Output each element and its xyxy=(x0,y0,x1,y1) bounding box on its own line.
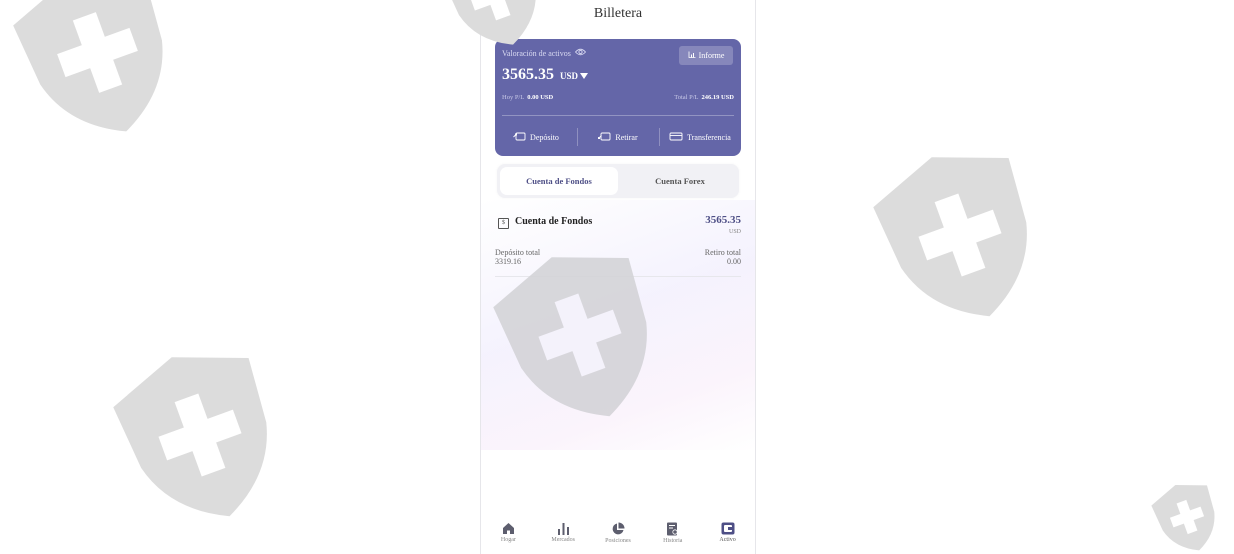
wallet-card: Valoración de activos Informe 3565.35 US… xyxy=(495,39,741,156)
transfer-button[interactable]: Transferencia xyxy=(659,125,741,149)
dollar-box-icon: $ xyxy=(498,218,509,229)
total-pl: Total P/L 246.19 USD xyxy=(674,94,734,101)
tab-cuenta-de-fondos[interactable]: Cuenta de Fondos xyxy=(500,167,618,195)
report-label: Informe xyxy=(698,51,725,60)
transfer-label: Transferencia xyxy=(687,132,731,142)
deposit-icon xyxy=(513,132,526,143)
card-actions: Depósito Retirar Transferencia xyxy=(495,125,741,149)
nav-item-posiciones[interactable]: Posiciones xyxy=(591,522,646,554)
background-glow xyxy=(481,200,755,450)
account-unit: USD xyxy=(728,229,741,235)
eye-icon[interactable] xyxy=(574,48,586,58)
page-title: Billetera xyxy=(593,6,643,21)
currency-label: USD xyxy=(560,71,579,81)
bar-chart-icon xyxy=(557,523,569,535)
caret-down-icon xyxy=(580,73,589,79)
tab-cuenta-forex[interactable]: Cuenta Forex xyxy=(621,164,739,198)
nav-label-historia: Historia xyxy=(663,538,683,544)
withdraw-icon xyxy=(598,132,611,143)
balance-amount: 3565.35 xyxy=(502,66,554,83)
today-pl-label: Hoy P/L xyxy=(502,94,525,101)
withdraw-button[interactable]: Retirar xyxy=(577,125,659,149)
nav-item-mercados[interactable]: Mercados xyxy=(536,522,591,554)
deposit-label: Depósito xyxy=(530,132,559,142)
card-divider xyxy=(502,115,734,116)
account-divider xyxy=(495,276,741,277)
account-tabs: Cuenta de Fondos Cuenta Forex xyxy=(497,164,739,198)
bottom-nav: Hogar Mercados Posiciones Historia Activ… xyxy=(481,522,755,554)
withdraw-total-value: 0.00 xyxy=(727,257,741,266)
valuation-label-row: Valoración de activos xyxy=(502,48,586,58)
home-icon xyxy=(502,523,514,534)
nav-item-activo[interactable]: Activo xyxy=(700,522,755,554)
nav-item-historia[interactable]: Historia xyxy=(645,522,700,554)
nav-label-hogar: Hogar xyxy=(500,537,516,543)
account-value: 3565.35 xyxy=(705,214,741,226)
wallet-icon xyxy=(721,522,735,535)
deposit-total-value: 3319.16 xyxy=(495,257,521,266)
deposit-button[interactable]: Depósito xyxy=(495,125,577,149)
nav-label-activo: Activo xyxy=(719,537,736,543)
report-chart-icon xyxy=(688,51,696,60)
report-button[interactable]: Informe xyxy=(679,46,733,65)
today-pl: Hoy P/L 0.00 USD xyxy=(502,94,553,101)
shield-plus-icon xyxy=(1140,480,1234,554)
shield-plus-icon xyxy=(110,345,290,525)
shield-plus-icon xyxy=(870,145,1050,325)
withdraw-total: Retiro total 0.00 xyxy=(705,248,741,266)
shield-plus-icon xyxy=(10,0,185,140)
account-name: Cuenta de Fondos xyxy=(515,216,593,227)
today-pl-value: 0.00 USD xyxy=(527,94,554,101)
nav-label-posiciones: Posiciones xyxy=(605,538,631,544)
withdraw-total-label: Retiro total xyxy=(704,248,741,257)
total-pl-value: 246.19 USD xyxy=(701,94,734,101)
history-icon xyxy=(667,522,678,536)
pie-chart-icon xyxy=(612,522,625,535)
valuation-label: Valoración de activos xyxy=(502,48,571,58)
transfer-icon xyxy=(669,132,683,143)
app-frame: Billetera Valoración de activos Informe … xyxy=(480,0,756,554)
withdraw-label: Retirar xyxy=(615,132,638,142)
total-balance: 3565.35 USD xyxy=(502,66,589,84)
deposit-total: Depósito total 3319.16 xyxy=(495,248,540,266)
nav-item-hogar[interactable]: Hogar xyxy=(481,522,536,554)
total-pl-label: Total P/L xyxy=(674,94,699,101)
nav-label-mercados: Mercados xyxy=(551,537,576,543)
currency-selector[interactable]: USD xyxy=(560,71,589,81)
deposit-total-label: Depósito total xyxy=(495,248,541,257)
